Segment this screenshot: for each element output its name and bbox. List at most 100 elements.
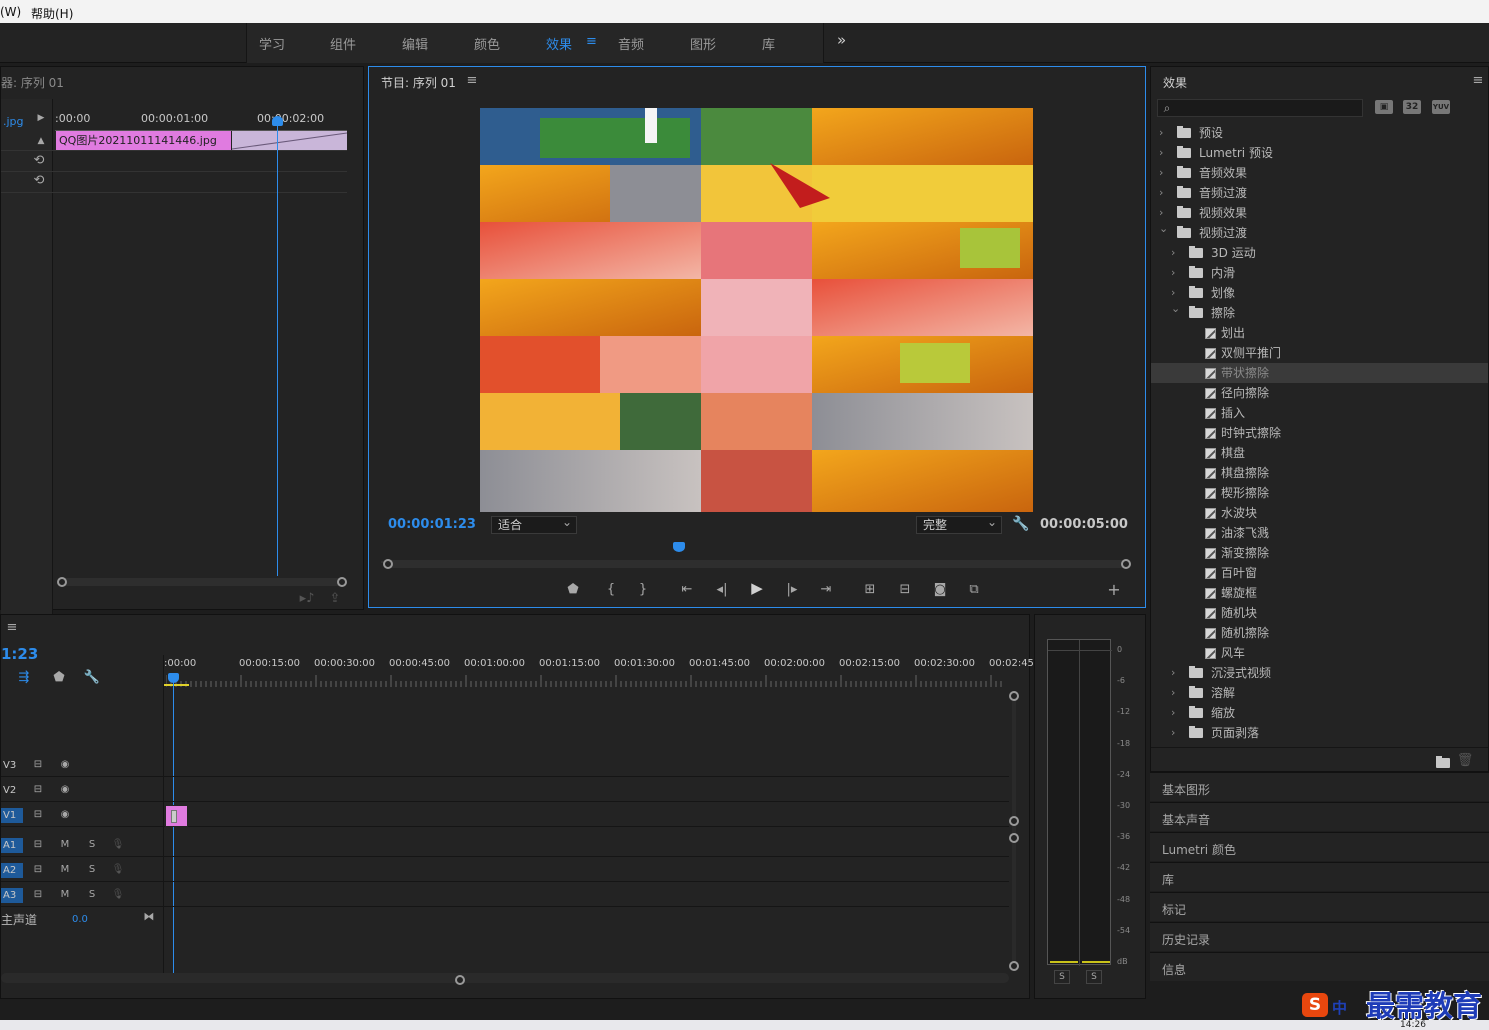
ws-graphics[interactable]: 图形	[690, 34, 716, 53]
ws-learn[interactable]: 学习	[259, 34, 285, 53]
effects-tree-item[interactable]: › 音频效果	[1151, 163, 1488, 183]
chevron-down-icon[interactable]: ⌄	[1159, 219, 1168, 239]
lift-icon[interactable]: ⊞	[861, 581, 879, 597]
effects-tree-item[interactable]: 随机擦除	[1151, 623, 1488, 643]
toggle-sync-lock-icon[interactable]: ⊟	[31, 887, 45, 901]
side-section-tab[interactable]: Lumetri 颜色	[1150, 832, 1489, 861]
ws-effects[interactable]: 效果	[546, 34, 572, 53]
effects-tree-item[interactable]: ⌄ 视频过渡	[1151, 222, 1488, 243]
timeline-menu-icon[interactable]: ≡	[5, 620, 19, 635]
source-clip[interactable]: QQ图片20211011141446.jpg	[56, 131, 231, 150]
timeline-vscroll[interactable]	[1012, 697, 1016, 967]
effects-tree-item[interactable]: › 内滑	[1151, 263, 1488, 283]
effects-menu-icon[interactable]: ≡	[1471, 73, 1485, 88]
vscroll-handle-1[interactable]	[1009, 691, 1019, 701]
effects-tree-item[interactable]: 棋盘擦除	[1151, 463, 1488, 483]
chevron-right-icon[interactable]: ›	[1159, 123, 1163, 143]
snap-icon[interactable]: ⇶	[15, 669, 33, 685]
vscroll-handle-2[interactable]	[1009, 816, 1019, 826]
reset-icon-2[interactable]: ⟲	[31, 173, 47, 188]
vscroll-handle-3[interactable]	[1009, 833, 1019, 843]
effects-tree-item[interactable]: 百叶窗	[1151, 563, 1488, 583]
quality-dropdown[interactable]: 完整	[916, 514, 1002, 534]
ws-color[interactable]: 颜色	[474, 34, 500, 53]
effects-tree-item[interactable]: 带状擦除	[1151, 363, 1488, 383]
toggle-sync-lock-icon[interactable]: ⊟	[31, 782, 45, 796]
effects-tree-item[interactable]: 螺旋框	[1151, 583, 1488, 603]
source-scrollbar[interactable]	[59, 578, 347, 586]
camera-icon[interactable]: ◙	[931, 581, 949, 597]
ws-editing[interactable]: 编辑	[402, 34, 428, 53]
step-forward-icon[interactable]: |▸	[784, 581, 800, 597]
solo-left-button[interactable]: S	[1054, 970, 1070, 984]
source-playhead[interactable]	[277, 123, 278, 576]
delete-icon[interactable]: 🗑	[1457, 753, 1474, 768]
microphone-icon[interactable]: 🎙	[111, 837, 125, 851]
side-section-tab[interactable]: 基本声音	[1150, 802, 1489, 831]
mark-out-icon[interactable]: }	[635, 581, 651, 597]
menu-window[interactable]: (W)	[0, 5, 21, 19]
ws-audio[interactable]: 音频	[618, 34, 644, 53]
ws-effects-menu-icon[interactable]: ≡	[586, 34, 597, 49]
play-icon[interactable]: ▶	[749, 579, 765, 597]
microphone-icon[interactable]: 🎙	[111, 887, 125, 901]
reset-icon[interactable]: ⟲	[31, 153, 47, 168]
menu-help[interactable]: 帮助(H)	[31, 5, 73, 22]
effects-tree-item[interactable]: 划出	[1151, 323, 1488, 343]
effects-tree-item[interactable]: 径向擦除	[1151, 383, 1488, 403]
effects-tree-item[interactable]: › 溶解	[1151, 683, 1488, 703]
microphone-icon[interactable]: 🎙	[111, 862, 125, 876]
eye-icon[interactable]: ◉	[58, 757, 72, 771]
scroll-handle-left[interactable]	[57, 577, 67, 587]
effects-tree-item[interactable]: › 缩放	[1151, 703, 1488, 723]
effects-tree-item[interactable]: 水波块	[1151, 503, 1488, 523]
effects-tree-item[interactable]: 插入	[1151, 403, 1488, 423]
program-scroll-right[interactable]	[1121, 559, 1131, 569]
master-go-end-icon[interactable]: ⧓	[142, 909, 156, 923]
wrench-icon[interactable]: 🔧	[1012, 516, 1029, 532]
play-triangle-icon[interactable]: ▶	[35, 112, 47, 124]
program-timecode[interactable]: 00:00:01:23	[388, 517, 476, 532]
timeline-hscroll-handle[interactable]	[455, 975, 465, 985]
mute-button[interactable]: M	[58, 887, 72, 901]
go-to-in-icon[interactable]: ⇤	[679, 581, 695, 597]
effects-tree-item[interactable]: ⌄ 擦除	[1151, 302, 1488, 323]
timeline-timecode[interactable]: 1:23	[1, 645, 38, 663]
mute-button[interactable]: M	[58, 862, 72, 876]
track-name[interactable]: A2	[1, 863, 23, 878]
ws-libraries[interactable]: 库	[762, 34, 775, 53]
effects-tree-item[interactable]: › 预设	[1151, 123, 1488, 143]
effects-tree-item[interactable]: 时钟式擦除	[1151, 423, 1488, 443]
scroll-handle-right[interactable]	[337, 577, 347, 587]
master-volume[interactable]: 0.0	[72, 914, 88, 925]
side-section-tab[interactable]: 信息	[1150, 952, 1489, 981]
program-scroll-left[interactable]	[383, 559, 393, 569]
side-section-tab[interactable]: 标记	[1150, 892, 1489, 921]
chevron-right-icon[interactable]: ›	[1159, 163, 1163, 183]
new-bin-icon[interactable]	[1436, 756, 1450, 768]
source-playhead-handle[interactable]	[272, 116, 283, 126]
eye-icon[interactable]: ◉	[58, 782, 72, 796]
solo-button[interactable]: S	[85, 887, 99, 901]
solo-button[interactable]: S	[85, 862, 99, 876]
toggle-sync-lock-icon[interactable]: ⊟	[31, 757, 45, 771]
side-section-tab[interactable]: 历史记录	[1150, 922, 1489, 951]
add-button-icon[interactable]: +	[1106, 580, 1122, 599]
effects-tree-item[interactable]: 渐变擦除	[1151, 543, 1488, 563]
effects-tree-item[interactable]: 油漆飞溅	[1151, 523, 1488, 543]
side-section-tab[interactable]: 基本图形	[1150, 772, 1489, 801]
effects-search-input[interactable]	[1178, 100, 1358, 116]
panel-menu-icon[interactable]: ≡	[465, 73, 479, 88]
accelerated-effects-icon[interactable]: ▣	[1375, 100, 1393, 114]
track-name[interactable]: V1	[1, 808, 23, 823]
fit-dropdown[interactable]: 适合	[491, 514, 577, 534]
chevron-right-icon[interactable]: ›	[1171, 663, 1175, 683]
v1-clip[interactable]	[165, 805, 188, 827]
chevron-down-icon[interactable]: ⌄	[1171, 299, 1180, 319]
vscroll-handle-4[interactable]	[1009, 961, 1019, 971]
track-name[interactable]: V3	[1, 758, 18, 773]
toggle-sync-lock-icon[interactable]: ⊟	[31, 807, 45, 821]
compare-icon[interactable]: ⧉	[965, 581, 983, 597]
solo-button[interactable]: S	[85, 837, 99, 851]
chevron-right-icon[interactable]: ›	[1171, 243, 1175, 263]
